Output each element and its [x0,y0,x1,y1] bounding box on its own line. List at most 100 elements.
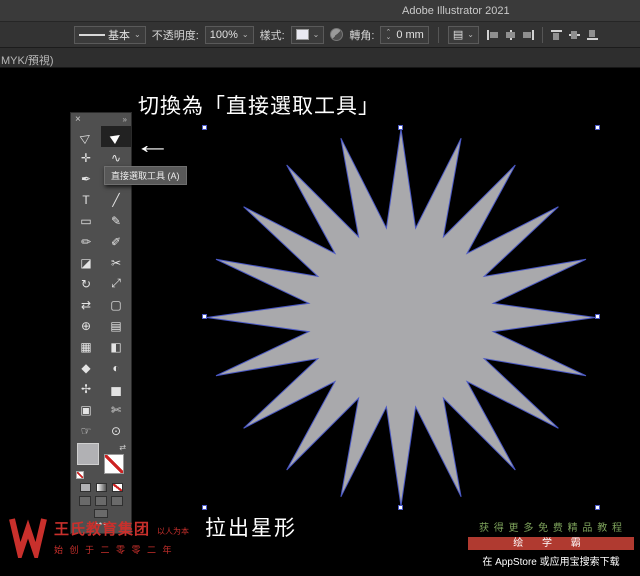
selection-handle[interactable] [398,505,403,510]
draw-behind-icon[interactable] [95,495,107,506]
promo-watermark: 获 得 更 多 免 费 精 品 教 程 绘 学 霸 在 AppStore 或应用… [468,519,634,568]
slice-icon: ✄ [110,402,122,417]
none-icon[interactable] [111,483,123,492]
illustrator-window: Adobe Illustrator 2021 基本 ⌄ 不透明度: 100% ⌄… [0,0,640,576]
tooltip: 直接選取工具 (A) [104,166,187,185]
align-v-center-icon[interactable] [567,28,582,42]
selection-tool[interactable]: ▷ [71,126,101,147]
align-bottom-icon[interactable] [585,28,600,42]
align-icons-group [485,26,600,43]
scale-tool[interactable]: ⤢ [101,273,131,294]
selection-handle[interactable] [202,125,207,130]
scale-icon: ⤢ [111,276,121,290]
pen-tool[interactable]: ✒ [71,168,101,189]
artboard-tool[interactable]: ▣ [71,399,101,420]
slice-tool[interactable]: ✄ [101,399,131,420]
chevron-down-icon: ⌄ [241,30,249,39]
eraser-icon: ◪ [80,255,92,270]
chevron-down-icon: ⌄ [312,30,320,39]
star-shape[interactable] [205,128,597,507]
style-dropdown[interactable]: ⌄ [290,25,325,44]
brand-name: 王氏教育集团 [54,521,151,538]
shape-builder-tool[interactable]: ⊕ [71,315,101,336]
artboard-icon: ▣ [80,402,92,417]
scissors-tool[interactable]: ✂ [101,252,131,273]
blend-tool[interactable]: ◐ [101,357,131,378]
align-h-center-icon[interactable] [503,28,518,42]
brand-logo-icon [9,518,47,558]
stroke-profile-dropdown[interactable]: 基本 ⌄ [74,25,146,44]
width-tool[interactable]: ⇄ [71,294,101,315]
star-selection-box [202,125,600,510]
align-right-icon[interactable] [521,28,536,42]
perspective-grid-icon: ▤ [110,318,122,333]
graph-icon: ▅ [111,381,121,396]
mesh-tool[interactable]: ▦ [71,336,101,357]
gradient-icon: ◧ [110,339,122,354]
shaper-tool[interactable]: ✐ [101,231,131,252]
selection-handle[interactable] [595,125,600,130]
rotate-tool[interactable]: ↻ [71,273,101,294]
graph-tool[interactable]: ▅ [101,378,131,399]
stroke-swatch[interactable] [104,454,124,474]
document-setup-dropdown[interactable]: ▤ ⌄ [447,25,479,44]
selection-handle[interactable] [202,314,207,319]
recolor-artwork-icon[interactable] [330,28,344,41]
collapse-panel-icon[interactable]: » [123,113,127,126]
align-top-icon[interactable] [549,28,564,42]
brand-watermark: 王氏教育集团 以人为本 始 创 于 二 零 零 二 年 [8,514,189,558]
eyedropper-tool[interactable]: ◆ [71,357,101,378]
zoom-icon: ⊙ [110,423,122,438]
selection-handle[interactable] [202,505,207,510]
tools-panel-header: × » [71,113,131,126]
selection-handle[interactable] [595,505,600,510]
window-title: Adobe Illustrator 2021 [402,5,510,17]
eraser-tool[interactable]: ◪ [71,252,101,273]
gradient-tool[interactable]: ◧ [101,336,131,357]
stepper-arrows-icon[interactable]: ⌃ ⌄ [385,29,391,41]
title-bar: Adobe Illustrator 2021 [0,0,640,22]
type-tool[interactable]: T [71,189,101,210]
opacity-dropdown[interactable]: 100% ⌄ [204,25,254,44]
paintbrush-tool[interactable]: ✎ [101,210,131,231]
lasso-icon: ∿ [110,150,122,165]
style-swatch-icon [295,29,309,40]
magic-wand-tool[interactable]: ✛ [71,147,101,168]
line-segment-tool[interactable]: ╱ [101,189,131,210]
symbol-sprayer-icon: ✢ [80,381,92,396]
selection-handle[interactable] [398,125,403,130]
corner-stepper[interactable]: ⌃ ⌄ 0 mm [380,25,429,44]
blend-icon: ◐ [112,360,120,375]
swap-fill-stroke-icon[interactable]: ⇄ [119,443,126,452]
scissors-icon: ✂ [110,255,122,270]
selection-arrow-icon: ▷ [78,128,94,145]
rectangle-tool[interactable]: ▭ [71,210,101,231]
gradient-icon[interactable] [95,483,107,492]
free-transform-icon: ▢ [110,297,122,312]
color-mode-row [71,481,131,494]
fill-swatch[interactable] [77,443,99,465]
close-icon[interactable]: × [75,113,81,126]
align-left-icon[interactable] [485,28,500,42]
magic-wand-icon: ✛ [80,150,92,165]
corner-label: 轉角: [349,29,375,42]
hand-tool[interactable]: ☞ [71,420,101,441]
symbol-sprayer-tool[interactable]: ✢ [71,378,101,399]
free-transform-tool[interactable]: ▢ [101,294,131,315]
document-tab[interactable]: MYK/預視) [1,52,54,68]
selection-handle[interactable] [595,314,600,319]
chevron-down-icon: ⌄ [134,30,141,39]
direct-selection-tool[interactable]: ▶ [101,126,131,147]
mesh-icon: ▦ [80,339,92,354]
default-fill-stroke-icon[interactable] [76,471,84,479]
pencil-icon: ✏ [80,234,92,249]
draw-inside-icon[interactable] [111,495,123,506]
lasso-tool[interactable]: ∿ [101,147,131,168]
chevron-down-icon: ⌄ [467,30,474,39]
zoom-tool[interactable]: ⊙ [101,420,131,441]
pencil-tool[interactable]: ✏ [71,231,101,252]
fill-color-icon[interactable] [79,483,91,492]
perspective-grid-tool[interactable]: ▤ [101,315,131,336]
pen-icon: ✒ [80,171,92,186]
draw-normal-icon[interactable] [79,495,91,506]
